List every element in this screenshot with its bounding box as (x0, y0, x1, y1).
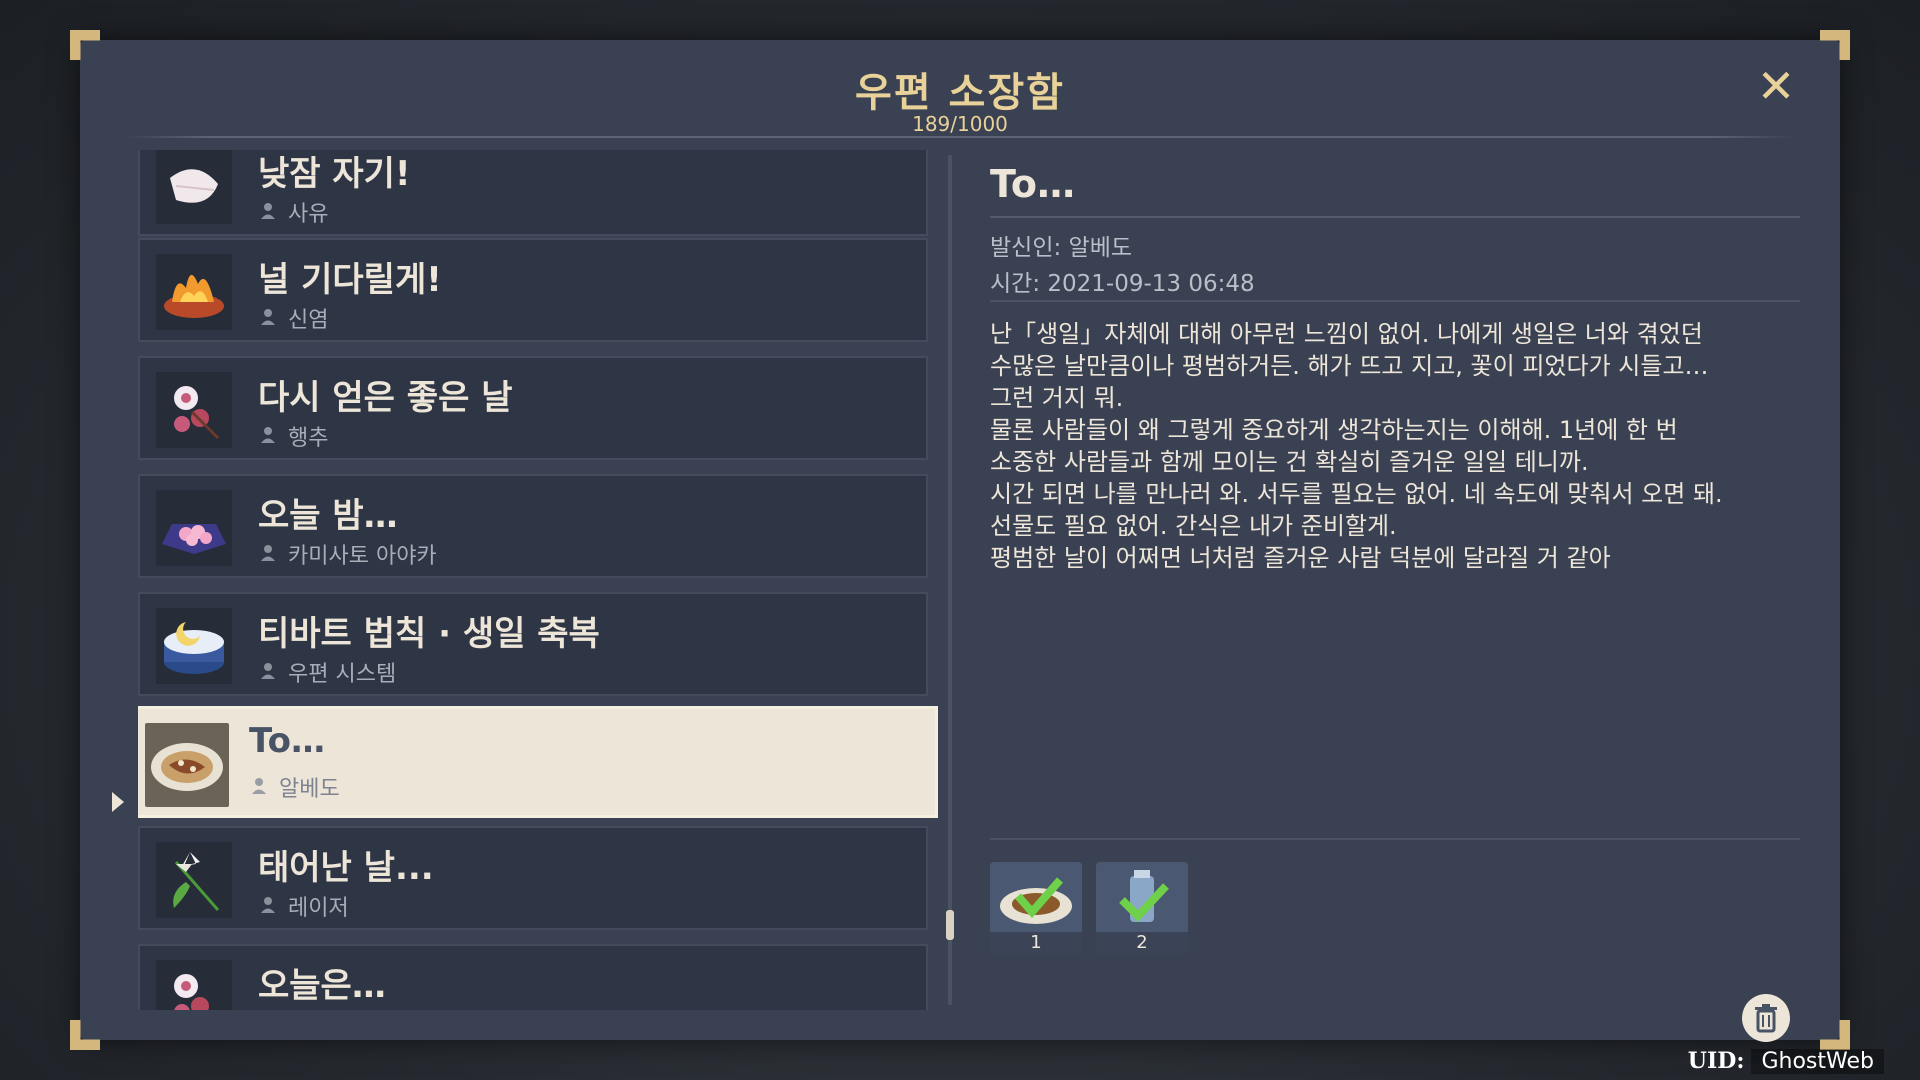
detail-time: 시간: 2021-09-13 06:48 (990, 271, 1255, 297)
mail-sender: 레이저 (288, 896, 349, 921)
mail-item[interactable]: 널 기다릴게! 신염 (138, 238, 928, 342)
divider (125, 136, 1795, 138)
mail-thumb-fire-dish-icon (156, 254, 232, 330)
corner-ornament (70, 1020, 100, 1050)
mail-detail-panel: To… 발신인: 알베도 시간: 2021-09-13 06:48 난「생일」자… (990, 150, 1800, 1042)
mail-thumb-flower-icon (156, 372, 232, 448)
mail-sender: 우편 시스템 (288, 662, 397, 687)
attachment-item[interactable]: 2 (1096, 862, 1188, 954)
close-button[interactable]: ✕ (1752, 62, 1800, 110)
detail-sender: 발신인: 알베도 (990, 235, 1133, 261)
person-icon (252, 778, 266, 794)
person-icon (261, 545, 275, 561)
mail-sender: 행추 (288, 426, 329, 451)
mail-thumb-flower-icon (156, 960, 232, 1010)
mail-item-selected[interactable]: To… 알베도 (138, 706, 938, 818)
mail-thumb-fish-icon (156, 150, 232, 224)
mail-item[interactable]: 다시 얻은 좋은 날 행추 (138, 356, 928, 460)
mail-title: 다시 얻은 좋은 날 (258, 378, 513, 418)
dialog-title: 우편 소장함 (855, 70, 1065, 116)
person-icon (261, 309, 275, 325)
mail-item[interactable]: 오늘 밤… 카미사토 아야카 (138, 474, 928, 578)
list-scroll-thumb[interactable] (946, 910, 954, 940)
list-scrollbar[interactable] (948, 155, 952, 1005)
mail-thumb-sweets-icon (156, 490, 232, 566)
mail-count: 189/1000 (912, 112, 1008, 136)
mail-sender: 알베도 (279, 777, 340, 802)
mail-item[interactable]: 태어난 날... 레이저 (138, 826, 928, 930)
mail-title: 널 기다릴게! (258, 260, 442, 300)
corner-ornament (70, 30, 100, 60)
divider (990, 838, 1800, 840)
corner-ornament (1820, 1020, 1850, 1050)
mail-title: 낮잠 자기! (258, 154, 411, 194)
uid-display: UID: GhostWeb (1688, 1048, 1884, 1074)
mail-sender: 신염 (288, 308, 329, 333)
mail-thumb-cake-icon (156, 608, 232, 684)
detail-title: To… (990, 162, 1075, 206)
divider (990, 216, 1800, 218)
attachment-count: 1 (990, 932, 1082, 954)
attachment-item[interactable]: 1 (990, 862, 1082, 954)
person-icon (261, 427, 275, 443)
mail-title: 오늘은… (258, 966, 386, 1006)
person-icon (261, 663, 275, 679)
mail-title: 티바트 법칙 · 생일 축복 (258, 614, 600, 654)
corner-ornament (1820, 30, 1850, 60)
uid-label: UID: (1687, 1048, 1745, 1074)
mail-item[interactable]: 낮잠 자기! 사유 (138, 150, 928, 236)
attachment-count: 2 (1096, 932, 1188, 954)
mail-item[interactable]: 티바트 법칙 · 생일 축복 우편 시스템 (138, 592, 928, 696)
mail-title: 태어난 날... (258, 848, 434, 888)
mail-title: To… (249, 721, 326, 761)
mail-thumb-dish-icon (145, 723, 229, 807)
mail-thumb-lily-icon (156, 842, 232, 918)
person-icon (261, 897, 275, 913)
divider (990, 300, 1800, 302)
selection-arrow-icon (112, 792, 124, 812)
mail-collection-dialog: 우편 소장함 189/1000 ✕ 낮잠 자기! 사유 널 기다릴게! 신염 다… (70, 30, 1840, 1042)
mail-list[interactable]: 낮잠 자기! 사유 널 기다릴게! 신염 다시 얻은 좋은 날 행추 오늘 밤… (138, 150, 938, 1010)
mail-sender: 사유 (288, 202, 329, 227)
detail-body: 난「생일」자체에 대해 아무런 느낌이 없어. 나에게 생일은 너와 겪었던 수… (990, 320, 1723, 572)
mail-item[interactable]: 오늘은… (138, 944, 928, 1010)
delete-mail-button[interactable] (1742, 994, 1790, 1042)
mail-title: 오늘 밤… (258, 496, 398, 536)
dish-item-icon (1000, 877, 1072, 924)
trash-icon (1755, 1004, 1777, 1033)
mail-sender: 카미사토 아야카 (288, 544, 437, 569)
person-icon (261, 203, 275, 219)
potion-item-icon (1119, 870, 1169, 922)
uid-value: GhostWeb (1751, 1049, 1884, 1074)
